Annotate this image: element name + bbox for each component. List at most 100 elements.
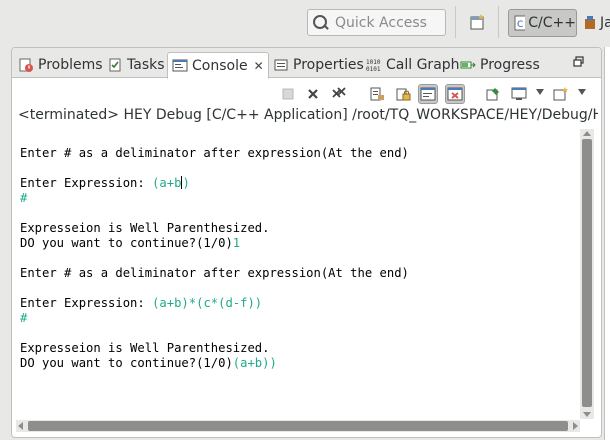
output-text: Enter # as a deliminator after expressio… <box>20 146 409 160</box>
tab-call-graph-label: Call Graph <box>386 57 460 73</box>
scroll-left-arrow-icon[interactable] <box>18 422 23 430</box>
console-line: DO you want to continue?(1/0)1 <box>20 236 582 251</box>
console-line: Enter # as a deliminator after expressio… <box>20 146 582 161</box>
console-toolbar <box>12 79 601 107</box>
view-tab-bar: Problems Tasks Console ✕ Properties 1010… <box>12 48 601 79</box>
scroll-right-arrow-icon[interactable] <box>573 422 578 430</box>
tab-progress[interactable]: Progress <box>460 52 540 78</box>
toolbar-separator <box>455 6 456 38</box>
user-input-text: (a+b)*(c*(d-f)) <box>152 296 263 310</box>
output-text: Expresseion is Well Parenthesized. <box>20 221 270 235</box>
quick-access-box[interactable] <box>307 9 446 36</box>
user-input-text: # <box>20 191 28 205</box>
java-perspective-icon <box>585 16 595 29</box>
console-text[interactable]: Enter # as a deliminator after expressio… <box>12 129 582 371</box>
vertical-scroll-thumb[interactable] <box>582 139 592 407</box>
restore-icon <box>573 56 584 67</box>
toolbar-separator <box>498 6 499 38</box>
open-perspective-icon <box>470 14 484 30</box>
remove-all-icon <box>332 87 346 98</box>
output-text: Enter # as a deliminator after expressio… <box>20 266 409 280</box>
terminate-icon <box>282 88 294 100</box>
horizontal-scroll-thumb[interactable] <box>28 421 568 431</box>
pin-console-button[interactable] <box>483 84 503 104</box>
output-text: Enter Expression: <box>20 296 153 310</box>
perspective-java-label: Ja <box>600 15 610 31</box>
scroll-lock-button[interactable] <box>393 84 413 104</box>
output-text: DO you want to continue?(1/0) <box>20 356 233 370</box>
user-input-text: (a+b <box>152 176 182 190</box>
console-line: Enter Expression: (a+b)*(c*(d-f)) <box>20 296 582 311</box>
tab-call-graph[interactable]: 1010 0101 Call Graph <box>366 52 460 78</box>
search-icon <box>312 14 330 32</box>
output-text: Expresseion is Well Parenthesized. <box>20 341 270 355</box>
console-view-panel: Problems Tasks Console ✕ Properties 1010… <box>11 47 602 438</box>
console-line: Enter Expression: (a+b) <box>20 176 582 191</box>
console-output-area[interactable]: Enter # as a deliminator after expressio… <box>12 129 582 419</box>
perspective-cpp-label: C/C++ <box>528 15 576 31</box>
console-line: # <box>20 191 582 206</box>
tab-console[interactable]: Console ✕ <box>167 52 269 79</box>
console-line: Expresseion is Well Parenthesized. <box>20 341 582 356</box>
tab-problems[interactable]: Problems <box>18 52 103 78</box>
properties-icon <box>273 57 289 73</box>
show-on-error-icon <box>447 87 463 101</box>
word-wrap-button[interactable] <box>418 84 438 104</box>
display-console-icon <box>511 87 527 100</box>
svg-text:1010: 1010 <box>366 59 381 66</box>
scroll-lock-icon <box>396 88 411 101</box>
svg-text:0101: 0101 <box>366 66 381 73</box>
tab-tasks[interactable]: Tasks <box>107 52 165 78</box>
output-text: Enter Expression: <box>20 176 153 190</box>
remove-all-terminated-button[interactable] <box>329 84 349 104</box>
user-input-text: ) <box>182 176 190 190</box>
console-icon <box>172 58 188 74</box>
clear-console-button[interactable] <box>367 84 387 104</box>
open-perspective-button[interactable] <box>466 11 490 35</box>
tasks-icon <box>107 57 123 73</box>
horizontal-scrollbar[interactable] <box>16 420 580 432</box>
show-on-error-button[interactable] <box>445 84 465 104</box>
open-console-dropdown[interactable] <box>578 89 586 95</box>
scroll-down-arrow-icon[interactable] <box>583 412 591 417</box>
close-icon[interactable]: ✕ <box>254 59 264 73</box>
console-line: # <box>20 311 582 326</box>
open-console-button[interactable] <box>551 84 571 104</box>
adjacent-view-edge <box>604 47 610 440</box>
console-line: DO you want to continue?(1/0)(a+b)) <box>20 356 582 371</box>
perspective-java-button[interactable]: Ja <box>584 9 610 37</box>
console-process-label: <terminated> HEY Debug [C/C++ Applicatio… <box>18 107 598 123</box>
output-text: DO you want to continue?(1/0) <box>20 236 233 250</box>
svg-text:C: C <box>517 20 523 30</box>
user-input-text: 1 <box>232 236 241 250</box>
console-line: Expresseion is Well Parenthesized. <box>20 221 582 236</box>
remove-launch-button[interactable] <box>303 84 323 104</box>
problems-icon <box>18 57 34 73</box>
word-wrap-icon <box>420 87 436 101</box>
vertical-scrollbar[interactable] <box>580 129 594 419</box>
terminate-button[interactable] <box>278 84 298 104</box>
display-selected-console-button[interactable] <box>509 84 529 104</box>
open-console-icon <box>553 87 568 101</box>
tab-problems-label: Problems <box>38 57 103 73</box>
scroll-up-arrow-icon[interactable] <box>583 131 591 136</box>
quick-access-input[interactable] <box>335 14 445 31</box>
tab-tasks-label: Tasks <box>127 57 165 73</box>
tab-properties[interactable]: Properties <box>273 52 364 78</box>
pin-console-icon <box>486 88 499 101</box>
console-line: Enter # as a deliminator after expressio… <box>20 266 582 281</box>
perspective-cpp-button[interactable]: C C/C++ <box>508 9 577 37</box>
remove-launch-icon <box>308 89 318 99</box>
main-toolbar: C C/C++ Ja <box>0 0 610 46</box>
user-input-text: # <box>20 311 28 325</box>
restore-view-button[interactable] <box>573 56 585 68</box>
clear-console-icon <box>370 87 384 101</box>
cpp-perspective-icon: C <box>514 15 526 31</box>
display-console-dropdown[interactable] <box>536 89 544 95</box>
progress-icon <box>460 57 476 73</box>
